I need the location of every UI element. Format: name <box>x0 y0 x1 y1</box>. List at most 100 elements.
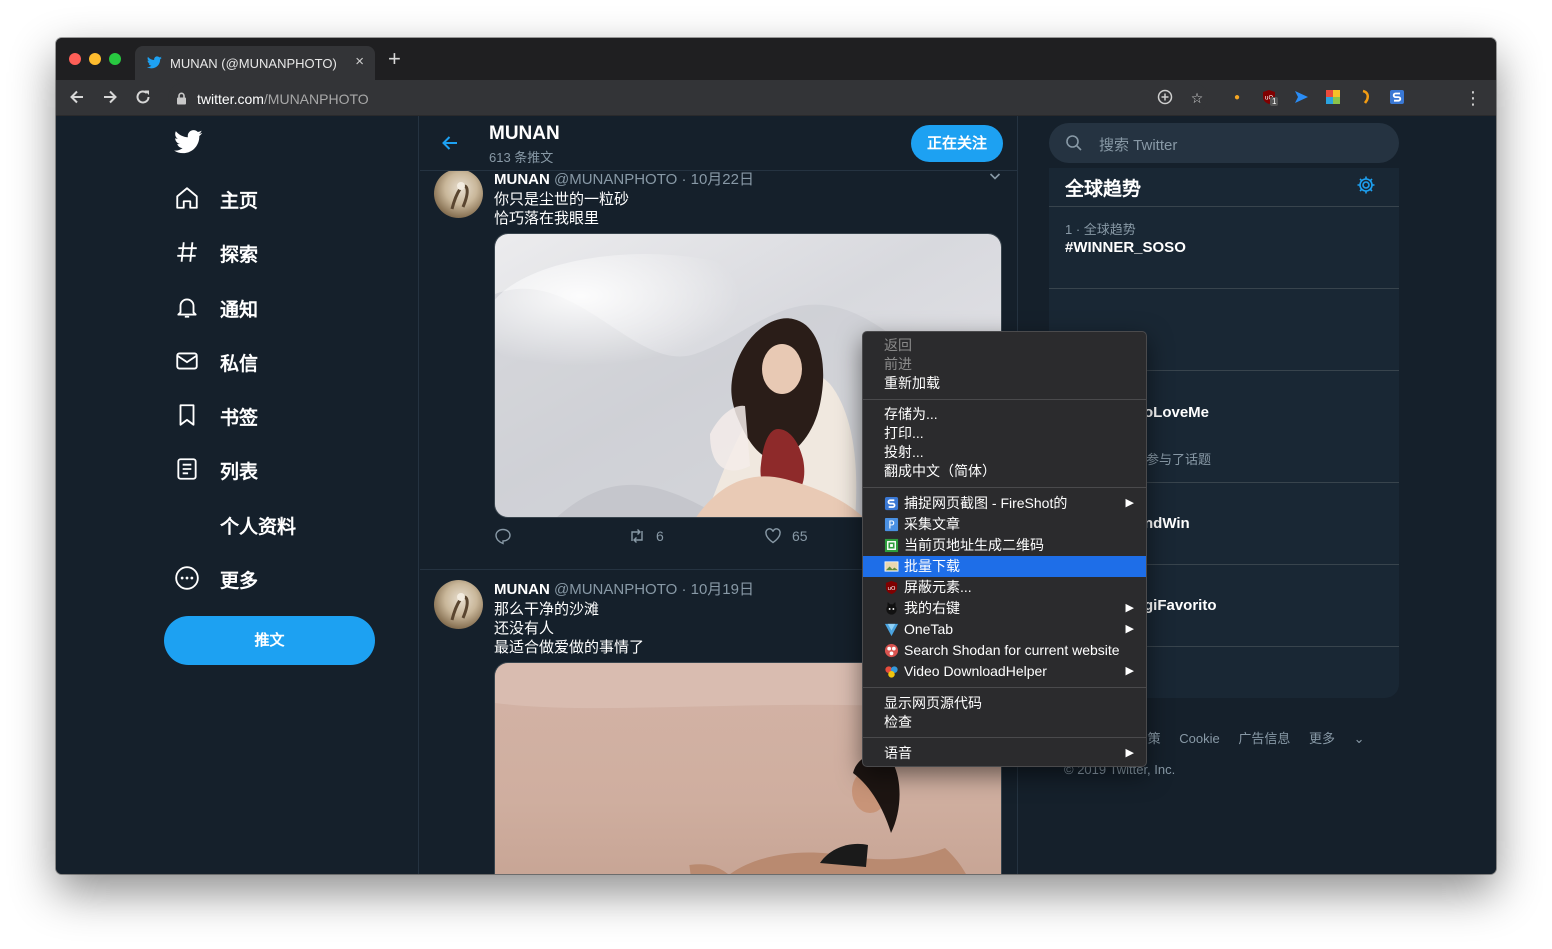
twitter-logo-icon[interactable] <box>173 130 203 159</box>
back-arrow-icon[interactable] <box>440 133 460 158</box>
search-placeholder: 搜索 Twitter <box>1099 137 1178 154</box>
avatar[interactable] <box>434 169 483 218</box>
menu-item-reload[interactable]: 重新加载 <box>863 373 1146 394</box>
trend-item[interactable]: 1 · 全球趋势 #WINNER_SOSO <box>1049 206 1399 288</box>
video-downloadhelper-icon <box>884 664 899 679</box>
context-menu: 返回 前进 重新加载 存储为... 打印... 投射... 翻成中文（简体） 捕… <box>862 331 1147 767</box>
footer-link-cookie[interactable]: Cookie <box>1179 731 1219 746</box>
bookmark-star-icon[interactable]: ☆ <box>1188 89 1206 107</box>
tweet-text-line: 你只是尘世的一粒砂 <box>494 191 630 208</box>
menu-item-qrcode[interactable]: 当前页地址生成二维码 <box>863 535 1146 556</box>
extension-dot-icon[interactable]: ● <box>1228 89 1246 107</box>
new-tab-button[interactable]: + <box>388 48 401 70</box>
nav-more[interactable]: 更多 <box>174 562 258 594</box>
footer-link-ads[interactable]: 广告信息 <box>1238 731 1290 746</box>
menu-item-shodan[interactable]: Search Shodan for current website <box>863 640 1146 661</box>
gear-icon[interactable] <box>1356 175 1376 200</box>
menu-item-collect[interactable]: P 采集文章 <box>863 514 1146 535</box>
ublock-icon: uO <box>884 580 899 595</box>
menu-item-label: 打印... <box>884 425 924 441</box>
nav-notifications[interactable]: 通知 <box>174 291 258 323</box>
tab-title: MUNAN (@MUNANPHOTO) / T <box>170 56 340 71</box>
trend-meta: 1 · 全球趋势 <box>1065 222 1136 237</box>
tweet-author-name[interactable]: MUNAN <box>494 581 550 598</box>
menu-item-cast[interactable]: 投射... <box>863 442 1146 463</box>
nav-lists-label: 列表 <box>220 462 259 483</box>
menu-item-back[interactable]: 返回 <box>863 335 1146 356</box>
nav-lists[interactable]: 列表 <box>174 453 258 485</box>
menu-item-label: Video DownloadHelper <box>904 663 1047 679</box>
menu-item-translate[interactable]: 翻成中文（简体） <box>863 461 1146 482</box>
collect-p-icon: P <box>884 517 899 532</box>
twitter-page: 主页 探索 通知 私信 书签 列表 个人资料 更多 推文 MUNAN @MUNA… <box>56 116 1496 874</box>
chevron-down-icon[interactable] <box>988 169 1002 188</box>
nav-profile[interactable]: 个人资料 <box>174 508 296 540</box>
footer-link-more[interactable]: 更多 ⌄ <box>1309 731 1380 746</box>
menu-item-inspect[interactable]: 检查 <box>863 712 1146 733</box>
submenu-arrow-icon: ▶ <box>1125 747 1134 759</box>
fireshot-extension-icon[interactable] <box>1388 89 1406 107</box>
hashtag-icon <box>177 242 197 262</box>
svg-text:P: P <box>888 519 894 531</box>
forward-arrow-icon[interactable] <box>101 88 119 109</box>
minimize-window-button[interactable] <box>89 53 101 65</box>
menu-item-view-source[interactable]: 显示网页源代码 <box>863 693 1146 714</box>
browser-menu-icon[interactable]: ⋮ <box>1464 89 1482 107</box>
menu-item-save-as[interactable]: 存储为... <box>863 404 1146 425</box>
tweet-text-line: 恰巧落在我眼里 <box>494 210 600 227</box>
menu-item-block-element[interactable]: uO 屏蔽元素... <box>863 577 1146 598</box>
browser-tab[interactable]: MUNAN (@MUNANPHOTO) / T × <box>135 46 375 80</box>
like-button[interactable]: 65 <box>764 527 808 545</box>
close-window-button[interactable] <box>69 53 81 65</box>
menu-item-label: 检查 <box>884 714 912 730</box>
hook-extension-icon[interactable] <box>1356 89 1374 107</box>
reload-icon[interactable] <box>134 88 152 109</box>
menu-item-batch-download[interactable]: 批量下载 <box>863 556 1146 577</box>
retweet-button[interactable]: 6 <box>628 527 664 545</box>
menu-divider <box>863 399 1146 400</box>
menu-divider <box>863 687 1146 688</box>
tweet-button[interactable]: 推文 <box>164 616 375 665</box>
list-icon <box>177 458 197 480</box>
following-button[interactable]: 正在关注 <box>911 125 1003 162</box>
nav-bookmarks[interactable]: 书签 <box>174 399 258 431</box>
menu-item-my-right-key[interactable]: 我的右键 ▶ <box>863 598 1146 619</box>
like-count: 65 <box>792 528 808 544</box>
ublock-extension-icon[interactable]: uO 1 <box>1260 89 1279 107</box>
menu-item-video-downloadhelper[interactable]: Video DownloadHelper ▶ <box>863 661 1146 682</box>
menu-item-label: 投射... <box>884 444 924 460</box>
trends-title: 全球趋势 <box>1065 179 1142 200</box>
install-app-icon[interactable] <box>1156 89 1174 107</box>
menu-item-fireshot[interactable]: 捕捉网页截图 - FireShot的 ▶ <box>863 493 1146 514</box>
nav-messages[interactable]: 私信 <box>174 345 258 377</box>
color-grid-extension-icon[interactable] <box>1324 89 1342 107</box>
menu-item-forward[interactable]: 前进 <box>863 354 1146 375</box>
trend-tag: ndWin <box>1144 515 1190 532</box>
play-extension-icon[interactable] <box>1292 89 1310 107</box>
tweet-meta: @MUNANPHOTO · 10月22日 <box>554 171 754 188</box>
submenu-arrow-icon: ▶ <box>1125 497 1134 509</box>
menu-item-speech[interactable]: 语音 ▶ <box>863 743 1146 764</box>
menu-item-onetab[interactable]: OneTab ▶ <box>863 619 1146 640</box>
trend-tag: #WINNER_SOSO <box>1065 239 1186 256</box>
menu-item-print[interactable]: 打印... <box>863 423 1146 444</box>
nav-home[interactable]: 主页 <box>174 182 258 214</box>
menu-item-label: 当前页地址生成二维码 <box>904 537 1044 553</box>
address-bar[interactable]: twitter.com/MUNANPHOTO <box>168 83 1208 113</box>
nav-more-label: 更多 <box>220 571 259 592</box>
nav-explore[interactable]: 探索 <box>174 236 258 268</box>
footer-more-label: 更多 <box>1309 731 1336 746</box>
reply-button[interactable] <box>494 527 512 545</box>
maximize-window-button[interactable] <box>109 53 121 65</box>
close-tab-icon[interactable]: × <box>355 53 364 70</box>
tweet-author-name[interactable]: MUNAN <box>494 171 550 188</box>
svg-text:uO: uO <box>888 586 897 592</box>
menu-item-label: 我的右键 <box>904 600 960 616</box>
menu-item-label: OneTab <box>904 621 954 637</box>
back-arrow-icon[interactable] <box>68 88 86 109</box>
avatar[interactable] <box>434 580 483 629</box>
nav-bookmarks-label: 书签 <box>220 408 259 429</box>
menu-divider <box>863 737 1146 738</box>
submenu-arrow-icon: ▶ <box>1125 623 1134 635</box>
search-input[interactable]: 搜索 Twitter <box>1049 123 1399 163</box>
